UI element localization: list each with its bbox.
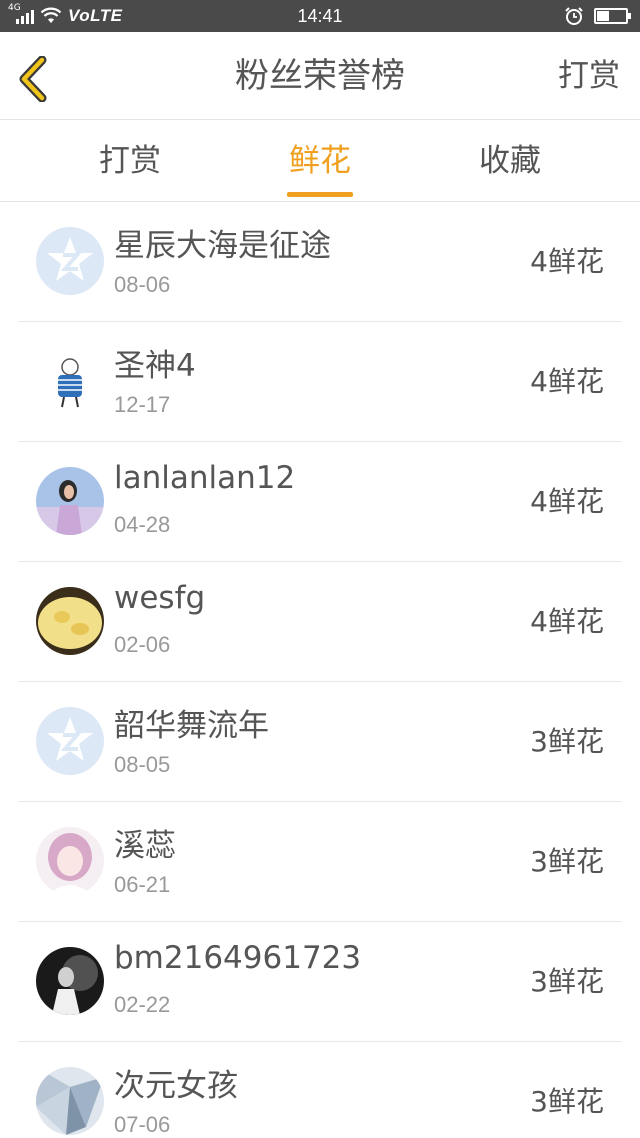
flower-count: 4鲜花 [530, 485, 604, 518]
header: 粉丝荣誉榜 打赏 [0, 32, 640, 120]
status-bar: 4G VoLTE 14:41 [0, 0, 640, 32]
fan-date: 06-21 [114, 872, 171, 897]
page-title: 粉丝荣誉榜 [235, 56, 405, 96]
crystal-icon [36, 1067, 104, 1135]
fan-name: bm2164961723 [114, 940, 362, 976]
avatar[interactable] [36, 227, 104, 295]
clock: 14:41 [297, 6, 343, 26]
fan-name: wesfg [114, 580, 206, 616]
avatar[interactable] [36, 707, 104, 775]
avatar[interactable] [36, 827, 104, 895]
fan-list: 星辰大海是征途 08-06 4鲜花 圣神4 12-17 4鲜花 lanlanla… [0, 202, 640, 1138]
fan-name: lanlanlan12 [114, 460, 296, 496]
list-item[interactable]: 星辰大海是征途 08-06 4鲜花 [18, 202, 622, 322]
list-item[interactable]: wesfg 02-06 4鲜花 [18, 562, 622, 682]
default-avatar-icon [36, 707, 104, 775]
list-item[interactable]: bm2164961723 02-22 3鲜花 [18, 922, 622, 1042]
girl-photo-icon [36, 467, 104, 535]
list-item[interactable]: lanlanlan12 04-28 4鲜花 [18, 442, 622, 562]
fan-date: 07-06 [114, 1112, 171, 1137]
avatar[interactable] [36, 467, 104, 535]
fan-date: 12-17 [114, 392, 171, 417]
bread-photo-icon [36, 587, 104, 655]
tab-label: 收藏 [479, 143, 541, 179]
tab-flowers[interactable]: 鲜花 [250, 121, 390, 202]
fan-date: 04-28 [114, 512, 171, 537]
fan-name: 次元女孩 [114, 1068, 238, 1104]
tab-label: 打赏 [99, 143, 161, 179]
active-tab-indicator [287, 192, 353, 197]
flower-count: 3鲜花 [530, 1085, 604, 1118]
status-right [564, 0, 631, 32]
flower-count: 4鲜花 [530, 605, 604, 638]
dark-photo-icon [36, 947, 104, 1015]
flower-count: 3鲜花 [530, 845, 604, 878]
flower-count: 4鲜花 [530, 245, 604, 278]
list-item[interactable]: 次元女孩 07-06 3鲜花 [18, 1042, 622, 1138]
list-item[interactable]: 圣神4 12-17 4鲜花 [18, 322, 622, 442]
avatar[interactable] [36, 587, 104, 655]
list-item[interactable]: 韶华舞流年 08-05 3鲜花 [18, 682, 622, 802]
tab-reward[interactable]: 打赏 [60, 121, 200, 202]
fan-date: 02-22 [114, 992, 171, 1017]
list-item[interactable]: 溪蕊 06-21 3鲜花 [18, 802, 622, 922]
alarm-icon [565, 7, 583, 25]
fan-name: 星辰大海是征途 [114, 228, 331, 264]
flower-count: 3鲜花 [530, 965, 604, 998]
battery-icon [594, 8, 631, 24]
sketch-person-icon [36, 347, 104, 415]
reward-button[interactable]: 打赏 [558, 32, 620, 120]
avatar[interactable] [36, 347, 104, 415]
fan-name: 韶华舞流年 [114, 708, 269, 744]
avatar[interactable] [36, 1067, 104, 1135]
flower-count: 4鲜花 [530, 365, 604, 398]
fan-date: 02-06 [114, 632, 171, 657]
battery-level [597, 11, 609, 21]
tab-favorites[interactable]: 收藏 [440, 121, 580, 202]
fan-name: 圣神4 [114, 348, 196, 384]
fan-date: 08-06 [114, 272, 171, 297]
tab-label: 鲜花 [289, 143, 351, 179]
default-avatar-icon [36, 227, 104, 295]
fan-name: 溪蕊 [114, 828, 176, 864]
flower-count: 3鲜花 [530, 725, 604, 758]
anime-girl-icon [36, 827, 104, 895]
avatar[interactable] [36, 947, 104, 1015]
fan-date: 08-05 [114, 752, 171, 777]
tab-bar: 打赏 鲜花 收藏 [0, 121, 640, 202]
